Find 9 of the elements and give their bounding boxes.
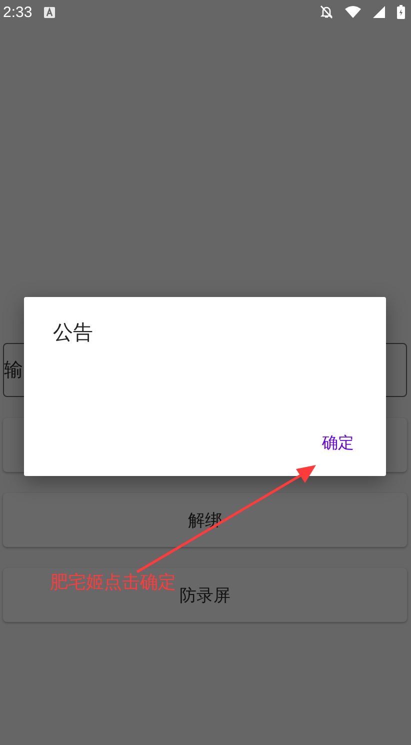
annotation-text: 肥宅姬点击确定 bbox=[50, 571, 176, 594]
signal-icon bbox=[373, 6, 385, 18]
clock: 2:33 bbox=[3, 4, 32, 20]
battery-icon bbox=[397, 5, 405, 19]
notification-icon bbox=[44, 6, 56, 18]
confirm-button[interactable]: 确定 bbox=[322, 431, 354, 456]
bell-off-icon bbox=[320, 5, 333, 19]
dialog-title: 公告 bbox=[53, 319, 93, 346]
wifi-icon bbox=[345, 6, 361, 18]
